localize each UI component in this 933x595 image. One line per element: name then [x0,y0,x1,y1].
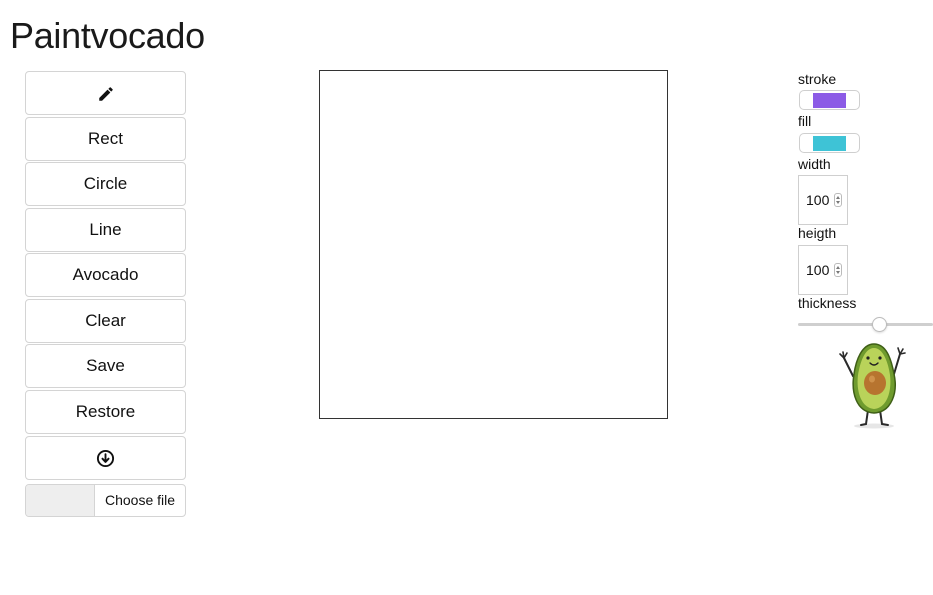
file-name-display [26,485,95,516]
height-value: 100 [806,262,830,278]
stroke-color-chip [813,93,846,108]
clear-button[interactable]: Clear [25,299,186,343]
rect-tool-button[interactable]: Rect [25,117,186,161]
pencil-icon [97,83,115,102]
pencil-tool-button[interactable] [25,71,186,115]
stroke-color-picker[interactable] [799,90,860,110]
avocado-tool-button[interactable]: Avocado [25,253,186,297]
avocado-mascot-icon [836,338,908,430]
width-input[interactable]: 100 [798,175,848,225]
thickness-slider-thumb[interactable] [872,317,887,332]
file-input[interactable]: Choose file [25,484,186,517]
save-button[interactable]: Save [25,344,186,388]
height-spinner-icon[interactable] [834,263,842,277]
width-value: 100 [806,192,830,208]
circle-tool-button[interactable]: Circle [25,162,186,206]
line-tool-button[interactable]: Line [25,208,186,252]
width-label: width [798,156,831,172]
drawing-canvas[interactable] [319,70,668,419]
height-label: heigth [798,225,837,241]
download-circle-icon [96,448,115,468]
stroke-label: stroke [798,71,837,87]
fill-label: fill [798,113,812,129]
download-button[interactable] [25,436,186,480]
restore-button[interactable]: Restore [25,390,186,434]
thickness-label: thickness [798,295,857,311]
app-title: Paintvocado [10,15,205,56]
fill-color-picker[interactable] [799,133,860,153]
thickness-slider[interactable] [798,323,933,326]
fill-color-chip [813,136,846,151]
choose-file-button[interactable]: Choose file [95,485,185,516]
height-input[interactable]: 100 [798,245,848,295]
width-spinner-icon[interactable] [834,193,842,207]
